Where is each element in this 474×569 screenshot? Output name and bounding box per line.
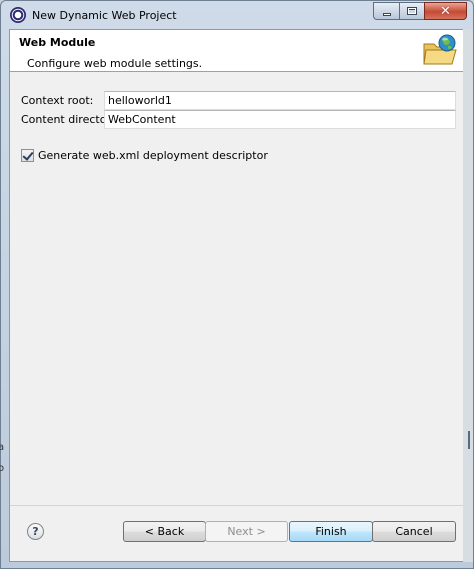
eclipse-icon xyxy=(10,7,26,23)
maximize-button[interactable] xyxy=(399,2,424,20)
title-bar[interactable]: New Dynamic Web Project ✕ xyxy=(1,1,473,29)
help-button[interactable]: ? xyxy=(27,523,44,540)
context-root-label: Context root: xyxy=(21,94,94,107)
dialog-client-area: Web Module Configure web module settings… xyxy=(9,29,465,562)
minimize-button[interactable] xyxy=(373,2,399,20)
background-window-edge xyxy=(463,29,473,562)
generate-web-xml-label: Generate web.xml deployment descriptor xyxy=(38,148,268,162)
content-directory-row: Content directory: xyxy=(10,110,464,129)
background-text-fragment: a xyxy=(0,442,5,453)
footer-divider xyxy=(10,505,464,506)
background-scroll-mark xyxy=(468,431,470,449)
context-root-row: Context root: xyxy=(10,91,464,110)
content-directory-input[interactable] xyxy=(104,110,456,129)
finish-button[interactable]: Finish xyxy=(289,521,373,542)
minimize-icon xyxy=(382,12,391,16)
close-button[interactable]: ✕ xyxy=(424,2,467,20)
dialog-window: New Dynamic Web Project ✕ Web Module Con… xyxy=(0,0,474,569)
wizard-header: Web Module Configure web module settings… xyxy=(10,30,464,72)
page-title: Web Module xyxy=(19,36,96,49)
generate-web-xml-option[interactable]: Generate web.xml deployment descriptor xyxy=(21,147,268,163)
context-root-input[interactable] xyxy=(104,91,456,110)
help-icon: ? xyxy=(32,525,39,538)
page-description: Configure web module settings. xyxy=(27,57,203,70)
close-icon: ✕ xyxy=(440,3,451,19)
back-button[interactable]: < Back xyxy=(123,521,206,542)
background-text-fragment: o xyxy=(0,463,5,474)
maximize-icon xyxy=(407,7,417,15)
window-controls: ✕ xyxy=(373,2,467,20)
cancel-button[interactable]: Cancel xyxy=(372,521,456,542)
generate-web-xml-checkbox[interactable] xyxy=(21,148,34,162)
next-button: Next > xyxy=(205,521,288,542)
web-folder-icon xyxy=(423,34,457,65)
window-title: New Dynamic Web Project xyxy=(32,9,177,22)
